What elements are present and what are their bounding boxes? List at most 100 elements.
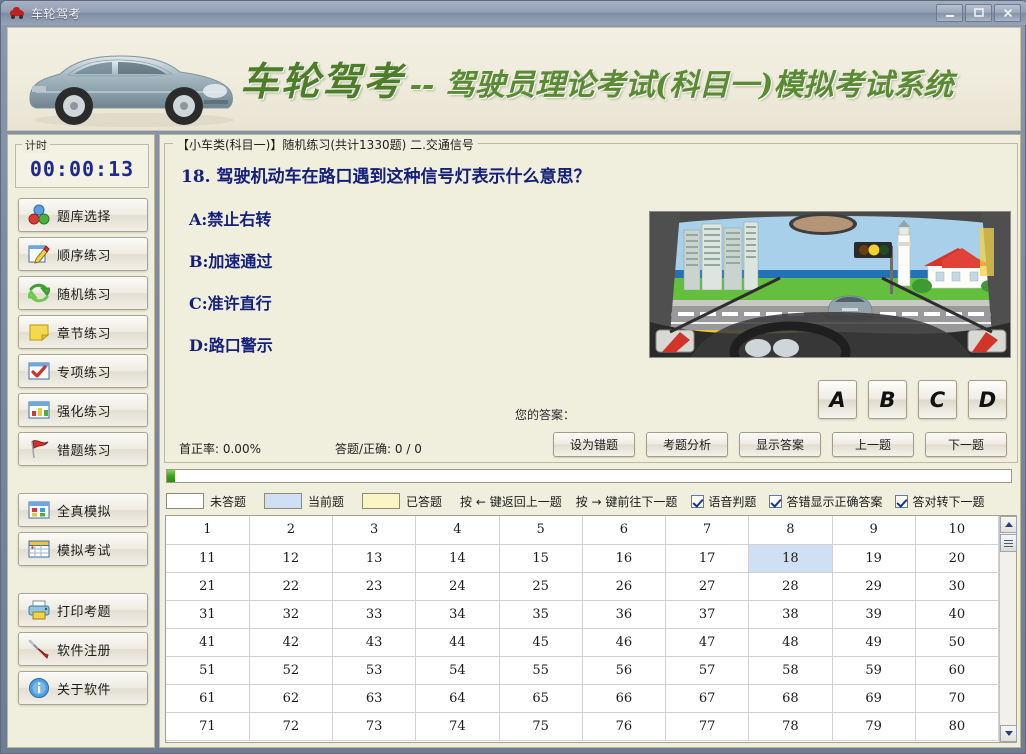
question-cell-28[interactable]: 28 [748, 572, 833, 601]
scroll-up-button[interactable] [1000, 516, 1018, 533]
question-cell-18[interactable]: 18 [748, 544, 833, 573]
question-cell-67[interactable]: 67 [665, 684, 750, 713]
question-cell-22[interactable]: 22 [249, 572, 334, 601]
question-cell-4[interactable]: 4 [415, 516, 500, 545]
question-cell-6[interactable]: 6 [582, 516, 667, 545]
sidebar-item-1[interactable]: 题库选择 [18, 198, 148, 232]
question-cell-71[interactable]: 71 [166, 712, 250, 741]
checkbox-auto-next-box[interactable] [895, 494, 909, 508]
action-button-3[interactable]: 显示答案 [739, 432, 821, 457]
question-cell-79[interactable]: 79 [832, 712, 916, 741]
question-cell-37[interactable]: 37 [665, 600, 750, 629]
sidebar-item-8[interactable]: 全真模拟 [18, 493, 148, 527]
checkbox-voice-box[interactable] [691, 494, 705, 508]
question-cell-43[interactable]: 43 [332, 628, 417, 657]
question-cell-70[interactable]: 70 [915, 684, 1000, 713]
question-cell-75[interactable]: 75 [499, 712, 583, 741]
question-cell-41[interactable]: 41 [166, 628, 250, 657]
question-cell-25[interactable]: 25 [499, 572, 583, 601]
sidebar-item-10[interactable]: 打印考题 [18, 593, 148, 627]
question-cell-9[interactable]: 9 [832, 516, 916, 545]
answer-button-b[interactable]: B [868, 380, 907, 419]
sidebar-item-4[interactable]: 章节练习 [18, 315, 148, 349]
question-cell-76[interactable]: 76 [582, 712, 667, 741]
sidebar-item-6[interactable]: 强化练习 [18, 393, 148, 427]
question-cell-45[interactable]: 45 [499, 628, 583, 657]
question-cell-66[interactable]: 66 [582, 684, 667, 713]
question-cell-32[interactable]: 32 [249, 600, 334, 629]
question-cell-58[interactable]: 58 [748, 656, 833, 685]
question-cell-16[interactable]: 16 [582, 544, 667, 573]
sidebar-item-7[interactable]: 错题练习 [18, 432, 148, 466]
sidebar-item-5[interactable]: 专项练习 [18, 354, 148, 388]
question-cell-47[interactable]: 47 [665, 628, 750, 657]
question-cell-42[interactable]: 42 [249, 628, 334, 657]
option-a[interactable]: A:禁止右转 [189, 206, 271, 230]
question-cell-8[interactable]: 8 [748, 516, 833, 545]
question-cell-21[interactable]: 21 [166, 572, 250, 601]
question-cell-54[interactable]: 54 [415, 656, 500, 685]
checkbox-show-correct-box[interactable] [769, 494, 783, 508]
question-cell-77[interactable]: 77 [665, 712, 750, 741]
close-button[interactable] [994, 4, 1021, 22]
question-cell-15[interactable]: 15 [499, 544, 583, 573]
question-cell-64[interactable]: 64 [415, 684, 500, 713]
question-cell-3[interactable]: 3 [332, 516, 417, 545]
checkbox-auto-next[interactable]: 答对转下一题 [895, 493, 984, 510]
question-cell-19[interactable]: 19 [832, 544, 916, 573]
question-cell-31[interactable]: 31 [166, 600, 250, 629]
question-cell-60[interactable]: 60 [915, 656, 1000, 685]
scroll-thumb[interactable] [1000, 534, 1018, 552]
action-button-5[interactable]: 下一题 [925, 432, 1007, 457]
sidebar-item-2[interactable]: 顺序练习 [18, 237, 148, 271]
question-cell-20[interactable]: 20 [915, 544, 1000, 573]
question-cell-27[interactable]: 27 [665, 572, 750, 601]
question-cell-78[interactable]: 78 [748, 712, 833, 741]
answer-button-a[interactable]: A [818, 380, 857, 419]
checkbox-show-correct[interactable]: 答错显示正确答案 [769, 493, 882, 510]
answer-button-c[interactable]: C [918, 380, 957, 419]
question-cell-55[interactable]: 55 [499, 656, 583, 685]
question-cell-63[interactable]: 63 [332, 684, 417, 713]
question-cell-46[interactable]: 46 [582, 628, 667, 657]
question-cell-38[interactable]: 38 [748, 600, 833, 629]
question-cell-11[interactable]: 11 [166, 544, 250, 573]
question-cell-29[interactable]: 29 [832, 572, 916, 601]
answer-button-d[interactable]: D [968, 380, 1007, 419]
question-cell-59[interactable]: 59 [832, 656, 916, 685]
question-cell-26[interactable]: 26 [582, 572, 667, 601]
question-cell-44[interactable]: 44 [415, 628, 500, 657]
question-cell-13[interactable]: 13 [332, 544, 417, 573]
minimize-button[interactable] [936, 4, 963, 22]
sidebar-item-12[interactable]: 关于软件 [18, 671, 148, 705]
scroll-down-button[interactable] [1000, 725, 1018, 742]
question-cell-30[interactable]: 30 [915, 572, 1000, 601]
question-cell-14[interactable]: 14 [415, 544, 500, 573]
question-cell-57[interactable]: 57 [665, 656, 750, 685]
grid-scrollbar[interactable] [999, 516, 1018, 742]
question-cell-34[interactable]: 34 [415, 600, 500, 629]
question-cell-24[interactable]: 24 [415, 572, 500, 601]
question-cell-72[interactable]: 72 [249, 712, 334, 741]
option-c[interactable]: C:准许直行 [189, 290, 272, 314]
question-cell-56[interactable]: 56 [582, 656, 667, 685]
sidebar-item-9[interactable]: 模拟考试 [18, 532, 148, 566]
sidebar-item-11[interactable]: 软件注册 [18, 632, 148, 666]
question-cell-53[interactable]: 53 [332, 656, 417, 685]
question-cell-17[interactable]: 17 [665, 544, 750, 573]
question-cell-61[interactable]: 61 [166, 684, 250, 713]
question-cell-23[interactable]: 23 [332, 572, 417, 601]
action-button-1[interactable]: 设为错题 [553, 432, 635, 457]
maximize-button[interactable] [965, 4, 992, 22]
question-cell-62[interactable]: 62 [249, 684, 334, 713]
question-cell-69[interactable]: 69 [832, 684, 916, 713]
question-cell-12[interactable]: 12 [249, 544, 334, 573]
question-cell-5[interactable]: 5 [499, 516, 583, 545]
question-cell-49[interactable]: 49 [832, 628, 916, 657]
question-cell-48[interactable]: 48 [748, 628, 833, 657]
question-cell-33[interactable]: 33 [332, 600, 417, 629]
sidebar-item-3[interactable]: 随机练习 [18, 276, 148, 310]
question-cell-10[interactable]: 10 [915, 516, 1000, 545]
question-cell-39[interactable]: 39 [832, 600, 916, 629]
question-cell-36[interactable]: 36 [582, 600, 667, 629]
